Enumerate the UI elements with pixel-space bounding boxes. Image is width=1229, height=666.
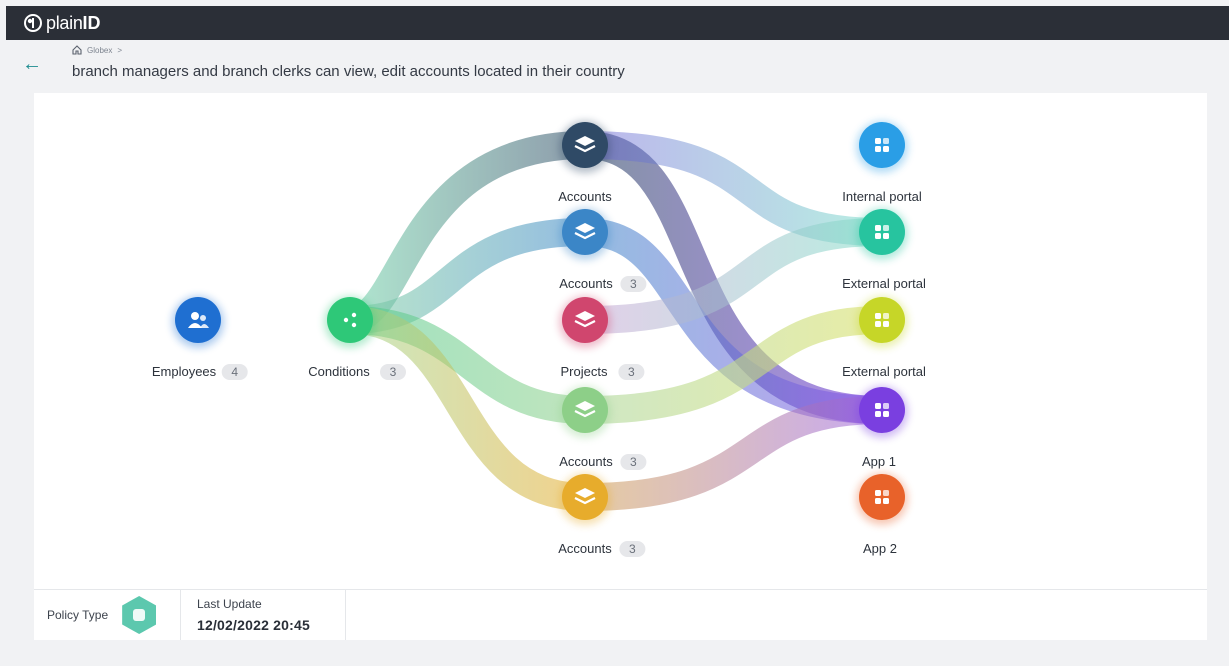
node-count: 4 xyxy=(231,365,238,379)
node-count-badge: 3 xyxy=(619,541,646,557)
node-app2[interactable]: App 2 xyxy=(856,473,908,556)
flow-links xyxy=(198,131,883,511)
node-label: App 2 xyxy=(863,541,897,556)
node-count-badge: 3 xyxy=(620,276,647,292)
last-update-cell: Last Update 12/02/2022 20:45 xyxy=(181,590,346,640)
node-label: Accounts xyxy=(558,189,612,204)
node-count-badge: 3 xyxy=(618,364,645,380)
policy-flow-graph: Employees 4 Conditions 3 Accounts Accounts 3 Pr… xyxy=(152,121,926,557)
node-app1[interactable]: App 1 xyxy=(856,386,908,469)
node-label: Internal portal xyxy=(842,189,922,204)
node-count-badge: 3 xyxy=(380,364,406,380)
policy-hex-icon xyxy=(122,596,157,634)
node-label: Conditions xyxy=(308,364,370,379)
policy-type-label: Policy Type xyxy=(47,608,109,622)
node-count: 3 xyxy=(630,277,637,291)
node-label: Accounts xyxy=(559,276,613,291)
policy-type-cell: Policy Type xyxy=(34,590,181,640)
node-count: 3 xyxy=(629,542,636,556)
node-label: App 1 xyxy=(862,454,896,469)
node-count: 3 xyxy=(628,365,635,379)
node-count-badge: 3 xyxy=(620,454,647,470)
last-update-value: 12/02/2022 20:45 xyxy=(197,617,310,633)
node-accounts1[interactable]: Accounts xyxy=(558,121,612,204)
node-label: Accounts xyxy=(559,454,613,469)
node-count: 3 xyxy=(390,365,397,379)
node-label: Projects xyxy=(561,364,608,379)
node-count-badge: 4 xyxy=(221,364,248,380)
node-label: Employees xyxy=(152,364,217,379)
policy-footer: Policy Type Last Update 12/02/2022 20:45 xyxy=(34,589,1207,640)
node-label: Accounts xyxy=(558,541,612,556)
node-label: External portal xyxy=(842,364,926,379)
node-count: 3 xyxy=(630,455,637,469)
node-label: External portal xyxy=(842,276,926,291)
last-update-label: Last Update xyxy=(197,597,262,611)
